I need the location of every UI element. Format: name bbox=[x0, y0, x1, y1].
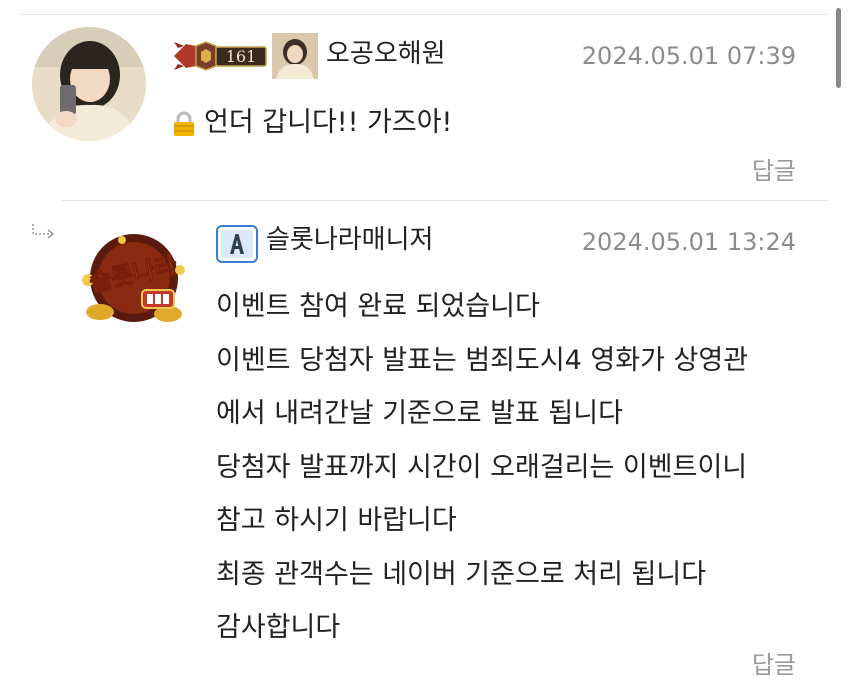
comment-divider bbox=[62, 200, 828, 201]
reply-button[interactable]: 답글 bbox=[752, 154, 796, 188]
reply-arrow-icon bbox=[30, 222, 58, 242]
level-number: 161 bbox=[226, 47, 257, 66]
reply-line: 최종 관객수는 네이버 기준으로 처리 됩니다 bbox=[216, 558, 707, 590]
reply-line: 당첨자 발표까지 시간이 오래걸리는 이벤트이니 bbox=[216, 451, 748, 483]
reply-line: 참고 하시기 바랍니다 bbox=[216, 505, 457, 536]
scrollbar[interactable] bbox=[836, 8, 841, 88]
reply-line: 감사합니다 bbox=[216, 612, 341, 643]
reply-line: 이벤트 당첨자 발표는 범죄도시4 영화가 상영관 bbox=[216, 344, 749, 376]
manager-avatar[interactable]: 슬롯나라 bbox=[72, 220, 196, 332]
comment-timestamp: 2024.05.01 07:39 bbox=[581, 42, 796, 70]
reply-comment-body: 이벤트 참여 완료 되었습니다 이벤트 당첨자 발표는 범죄도시4 영화가 상영… bbox=[216, 280, 748, 655]
reply-line: 에서 내려간날 기준으로 발표 됩니다 bbox=[216, 398, 623, 429]
top-divider bbox=[20, 14, 828, 15]
comment-text: 언더 갑니다!! 가즈아! bbox=[204, 107, 453, 138]
admin-icon bbox=[216, 225, 258, 263]
reply-timestamp: 2024.05.01 13:24 bbox=[581, 228, 796, 256]
reply-line: 이벤트 참여 완료 되었습니다 bbox=[216, 291, 540, 322]
username[interactable]: 오공오해원 bbox=[326, 36, 446, 72]
user-avatar[interactable] bbox=[32, 27, 146, 141]
level-badge: 161 bbox=[172, 40, 268, 72]
manager-username[interactable]: 슬롯나라매니저 bbox=[266, 222, 433, 258]
user-mini-avatar bbox=[272, 33, 318, 79]
reply-button[interactable]: 답글 bbox=[752, 648, 796, 682]
lock-icon bbox=[172, 111, 196, 137]
